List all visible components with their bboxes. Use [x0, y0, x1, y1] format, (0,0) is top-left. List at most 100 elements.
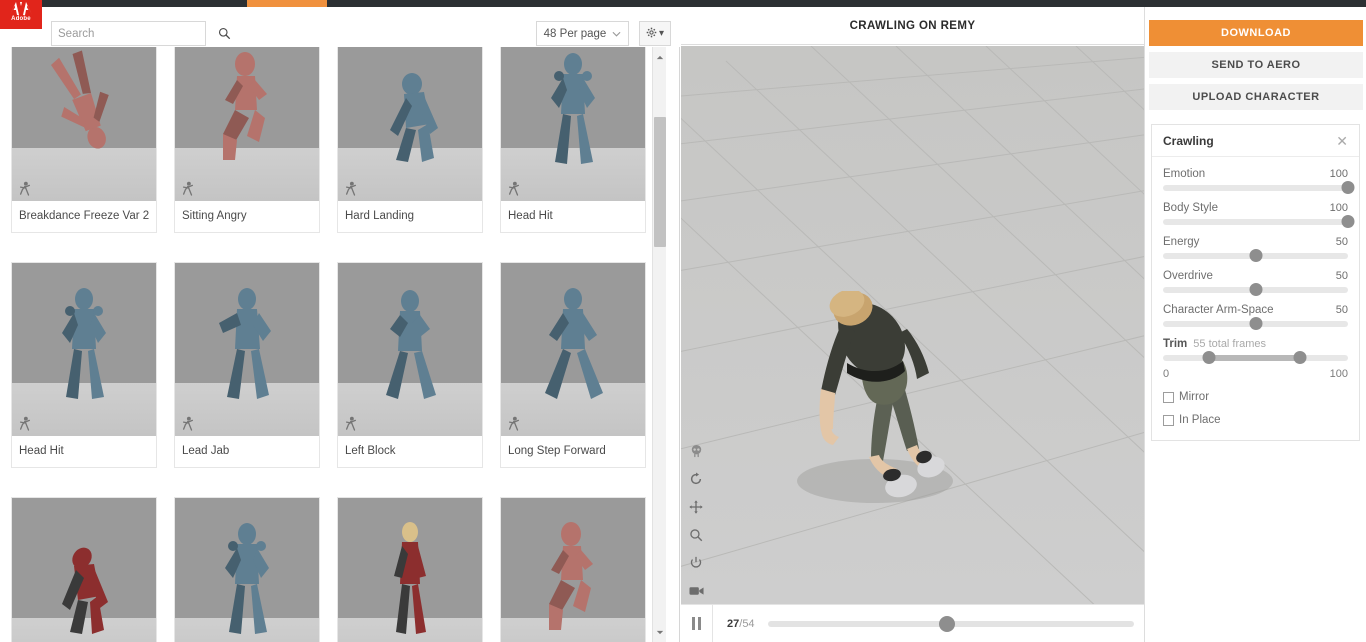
property-slider-value: 50 — [1335, 236, 1348, 248]
animation-thumbnail[interactable] — [175, 498, 319, 642]
zoom-icon[interactable] — [686, 525, 706, 545]
animation-thumbnail[interactable] — [175, 47, 319, 201]
property-slider-track[interactable] — [1163, 283, 1348, 296]
pause-icon-bar-right — [697, 617, 702, 630]
animation-card[interactable] — [174, 497, 320, 642]
animation-card[interactable] — [11, 497, 157, 642]
camera-icon[interactable] — [686, 581, 706, 601]
pause-icon-bar-left — [691, 617, 696, 630]
send-to-aero-button[interactable]: SEND TO AERO — [1149, 52, 1363, 78]
reset-view-icon[interactable] — [686, 553, 706, 573]
property-slider-label: Energy — [1163, 236, 1200, 248]
motion-badge-icon — [507, 416, 521, 432]
property-slider-label: Emotion — [1163, 168, 1206, 180]
property-slider-knob[interactable] — [1341, 215, 1355, 228]
settings-button[interactable]: ▾ — [639, 21, 671, 46]
animation-thumbnail[interactable] — [175, 263, 319, 436]
mixamo-app: Adobe 48 Per page — [0, 0, 1366, 642]
checkbox-icon[interactable] — [1163, 414, 1174, 426]
upload-character-button[interactable]: UPLOAD CHARACTER — [1149, 84, 1363, 110]
animation-card[interactable] — [500, 497, 646, 642]
trim-control: Trim 55 total frames 0 100 — [1152, 327, 1359, 380]
preview-viewer: CRAWLING ON REMY 27/54 — [681, 7, 1144, 642]
search-icon[interactable] — [218, 27, 231, 40]
pause-button[interactable] — [681, 604, 713, 642]
property-slider: Energy 50 — [1152, 225, 1359, 262]
character-figure — [34, 48, 134, 183]
animation-thumbnail[interactable] — [338, 263, 482, 436]
properties-panel: DOWNLOAD SEND TO AERO UPLOAD CHARACTER C… — [1144, 7, 1366, 642]
download-button[interactable]: DOWNLOAD — [1149, 20, 1363, 46]
search-input[interactable] — [52, 27, 218, 40]
property-slider-label: Overdrive — [1163, 270, 1213, 282]
scroll-down-arrow[interactable] — [653, 626, 667, 638]
property-slider-value: 50 — [1335, 270, 1348, 282]
trim-track[interactable] — [1163, 351, 1348, 364]
close-icon[interactable]: ✕ — [1336, 134, 1348, 148]
animation-card-label: Head Hit — [501, 201, 645, 232]
property-slider: Body Style 100 — [1152, 191, 1359, 228]
animation-card-label: Hard Landing — [338, 201, 482, 232]
motion-badge-icon — [181, 416, 195, 432]
browse-scrollbar[interactable] — [652, 47, 666, 642]
animation-card[interactable]: Head Hit — [11, 262, 157, 468]
animation-thumbnail[interactable] — [501, 47, 645, 201]
animation-card[interactable]: Breakdance Freeze Var 2 — [11, 47, 157, 233]
animation-card[interactable]: Lead Jab — [174, 262, 320, 468]
trim-start-knob[interactable] — [1202, 351, 1216, 364]
animation-card-label: Lead Jab — [175, 436, 319, 467]
animation-thumbnail[interactable] — [501, 263, 645, 436]
animation-thumbnail[interactable] — [501, 498, 645, 642]
animation-card-label: Head Hit — [12, 436, 156, 467]
skeleton-icon[interactable] — [686, 441, 706, 461]
trim-end-knob[interactable] — [1293, 351, 1307, 364]
property-slider-label: Character Arm-Space — [1163, 304, 1274, 316]
animation-card-label: Long Step Forward — [501, 436, 645, 467]
checkbox-list: Mirror In Place — [1152, 391, 1359, 426]
animation-card-label: Breakdance Freeze Var 2 — [12, 201, 156, 232]
pan-icon[interactable] — [686, 497, 706, 517]
animation-settings-card: Crawling ✕ Emotion 100 Body Style 100 Energy… — [1151, 124, 1360, 441]
character-figure — [523, 48, 623, 183]
scrollbar-thumb[interactable] — [654, 117, 666, 247]
animation-thumbnail[interactable] — [12, 263, 156, 436]
animation-card[interactable]: Long Step Forward — [500, 262, 646, 468]
timeline-slider[interactable] — [767, 615, 1134, 632]
chevron-down-icon — [612, 29, 621, 39]
top-nav-bar — [0, 0, 1366, 7]
active-tab-indicator[interactable] — [247, 0, 327, 7]
timeline-knob[interactable] — [939, 615, 956, 632]
property-slider-track[interactable] — [1163, 249, 1348, 262]
viewport-3d[interactable] — [681, 46, 1144, 611]
scroll-up-arrow[interactable] — [653, 51, 667, 63]
search-box[interactable] — [51, 21, 231, 46]
checkbox-row[interactable]: Mirror — [1152, 391, 1359, 403]
viewer-header: CRAWLING ON REMY — [681, 7, 1144, 45]
per-page-select[interactable]: 48 Per page — [536, 21, 629, 46]
checkbox-row[interactable]: In Place — [1152, 414, 1359, 426]
animation-card[interactable]: Sitting Angry — [174, 47, 320, 233]
animation-thumbnail[interactable] — [338, 47, 482, 201]
motion-badge-icon — [344, 416, 358, 432]
trim-min-label: 0 — [1163, 368, 1170, 380]
property-slider-knob[interactable] — [1249, 317, 1262, 330]
animation-card[interactable]: Head Hit — [500, 47, 646, 233]
animation-card[interactable] — [337, 497, 483, 642]
checkbox-icon[interactable] — [1163, 391, 1174, 403]
adobe-logo[interactable]: Adobe — [0, 0, 42, 29]
property-slider-knob[interactable] — [1341, 181, 1355, 194]
animation-thumbnail[interactable] — [12, 498, 156, 642]
motion-badge-icon — [344, 181, 358, 197]
animation-thumbnail[interactable] — [12, 47, 156, 201]
property-slider-track[interactable] — [1163, 215, 1355, 228]
animation-card[interactable]: Hard Landing — [337, 47, 483, 233]
property-slider-knob[interactable] — [1249, 283, 1262, 296]
property-slider-track[interactable] — [1163, 317, 1348, 330]
current-frame: 27 — [727, 617, 740, 630]
property-slider-knob[interactable] — [1249, 249, 1262, 262]
animation-card[interactable]: Left Block — [337, 262, 483, 468]
reset-rotation-icon[interactable] — [686, 469, 706, 489]
animation-thumbnail[interactable] — [338, 498, 482, 642]
animation-card-label: Sitting Angry — [175, 201, 319, 232]
property-slider-track[interactable] — [1163, 181, 1355, 194]
